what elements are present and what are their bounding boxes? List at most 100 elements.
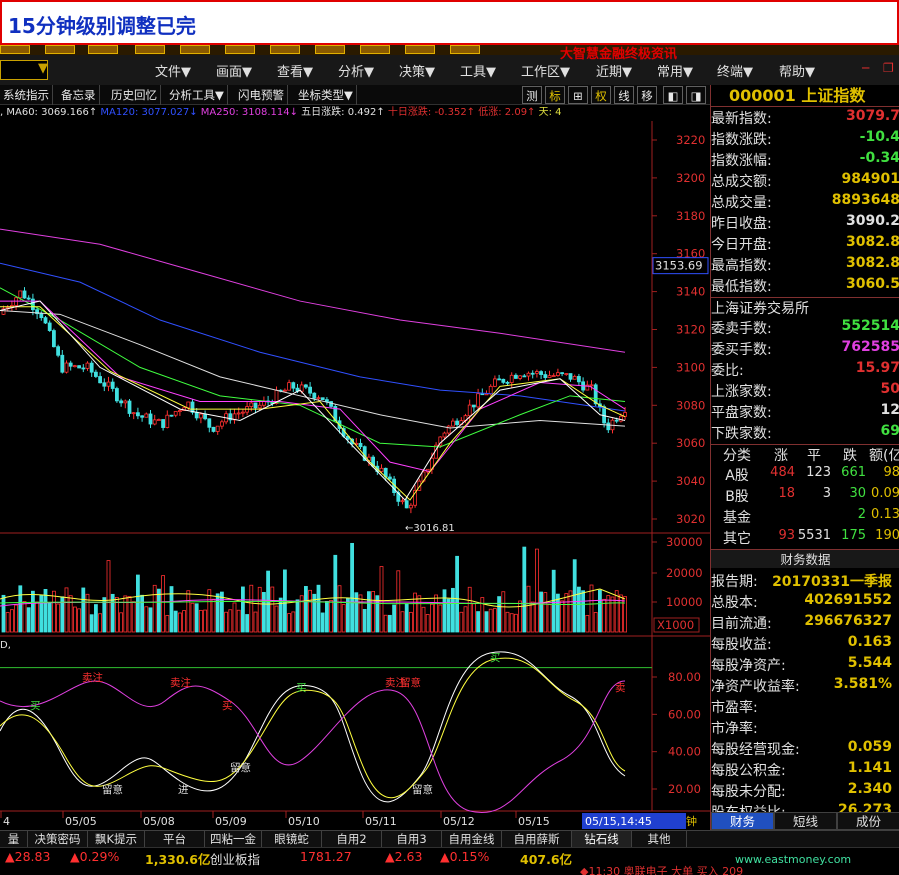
volume-bar xyxy=(26,607,31,633)
news-ticker[interactable]: ◆11:30 奥联电子 大单 买入 209 xyxy=(580,863,743,875)
menu-item[interactable]: 常用▼ xyxy=(657,61,693,80)
indicator-tab[interactable]: 量 xyxy=(0,831,28,848)
date-tick-label: 05/10 xyxy=(288,815,320,828)
menu-item[interactable]: 决策▼ xyxy=(399,61,435,80)
grid-cell: B股 xyxy=(725,489,749,505)
strip-button[interactable] xyxy=(45,45,75,54)
volume-bar xyxy=(589,584,594,633)
volume-bar xyxy=(329,600,334,633)
volume-bar xyxy=(387,614,392,633)
indicator-tab[interactable]: 自用薛斯 xyxy=(502,831,572,848)
volume-bar xyxy=(509,613,514,633)
candle-body xyxy=(518,375,522,379)
finance-label: 市盈率: xyxy=(711,700,758,716)
toolbar-item[interactable]: 坐标类型▼ xyxy=(295,85,357,105)
ma-value: 五日涨跌: 0.492↑ xyxy=(297,107,385,118)
toolbar-item[interactable]: 历史回忆 xyxy=(108,85,161,105)
strip-button[interactable] xyxy=(88,45,118,54)
candle-body xyxy=(211,426,216,432)
code-dropdown-icon[interactable]: ▼ xyxy=(38,61,48,76)
finance-row: 净资产收益率: 3.581% xyxy=(711,676,899,697)
toolbar-item[interactable]: 备忘录 xyxy=(58,85,100,105)
strip-button[interactable] xyxy=(360,45,390,54)
indicator-tab[interactable]: 自用金线 xyxy=(442,831,502,848)
finance-value: 402691552 xyxy=(804,592,892,608)
menu-item[interactable]: 查看▼ xyxy=(277,61,313,80)
grid-header-cell: 额(亿 xyxy=(869,448,899,464)
candle-body xyxy=(312,392,317,399)
strip-button[interactable] xyxy=(315,45,345,54)
candle-body xyxy=(198,413,203,419)
restore-icon[interactable]: ❐ xyxy=(883,61,894,75)
quote-row: 最低指数: 3060.5 xyxy=(711,276,899,297)
indicator-tab[interactable]: 自用2 xyxy=(322,831,382,848)
strip-button[interactable] xyxy=(180,45,210,54)
menu-item[interactable]: 文件▼ xyxy=(155,61,191,80)
strip-button[interactable] xyxy=(225,45,255,54)
volume-bar xyxy=(324,600,329,633)
volume-bar xyxy=(434,594,439,633)
finance-value: 2.340 xyxy=(847,781,892,797)
finance-tab[interactable]: 短线 xyxy=(774,812,837,830)
quote-value: 984901 xyxy=(841,171,899,187)
finance-tab[interactable]: 财务 xyxy=(711,812,774,830)
candle-body xyxy=(14,297,19,306)
kline-chart[interactable]: 3220320031803160314031203100308030603040… xyxy=(0,121,710,831)
candle-body xyxy=(131,412,136,415)
signal-label: 买 xyxy=(222,700,233,712)
finance-header: 财务数据 xyxy=(711,549,899,568)
candle-body xyxy=(52,330,56,348)
quote-label: 平盘家数: xyxy=(711,405,772,421)
menu-item[interactable]: 分析▼ xyxy=(338,61,374,80)
indicator-tab[interactable]: 决策密码 xyxy=(28,831,88,848)
volume-bar xyxy=(194,603,199,633)
strip-button[interactable] xyxy=(270,45,300,54)
strip-button[interactable] xyxy=(135,45,165,54)
toolbar-toggle-button[interactable]: 线 xyxy=(614,86,634,104)
candle-body xyxy=(543,374,548,378)
strip-button[interactable] xyxy=(0,45,30,54)
volume-bar xyxy=(400,611,405,633)
menu-item[interactable]: 工作区▼ xyxy=(521,61,570,80)
volume-bar xyxy=(350,542,355,633)
menu-item[interactable]: 工具▼ xyxy=(460,61,496,80)
strip-button[interactable] xyxy=(450,45,480,54)
strip-button[interactable] xyxy=(405,45,435,54)
quote-row: 上涨家数: 50 xyxy=(711,381,899,402)
menu-item[interactable]: 终端▼ xyxy=(717,61,753,80)
status-value: 1,330.6亿 xyxy=(145,852,211,867)
toolbar-toggle-button[interactable]: 测 xyxy=(522,86,542,104)
indicator-tab[interactable]: 其他 xyxy=(632,831,687,848)
indicator-tab[interactable]: 飘K提示 xyxy=(88,831,145,848)
indicator-tab[interactable]: 自用3 xyxy=(382,831,442,848)
quote-value: 762585 xyxy=(841,339,899,355)
menu-item[interactable]: 近期▼ xyxy=(596,61,632,80)
indicator-tab[interactable]: 四粘一金 xyxy=(205,831,262,848)
menu-item[interactable]: 帮助▼ xyxy=(779,61,815,80)
toolbar-item[interactable]: 分析工具▼ xyxy=(166,85,228,105)
toolbar-toggle-button[interactable]: 权 xyxy=(591,86,611,104)
toolbar-toggle-button[interactable]: 标 xyxy=(545,86,565,104)
toolbar-toggle-button[interactable]: ⊞ xyxy=(568,86,588,104)
toolbar-item[interactable]: 系统指示 xyxy=(0,85,53,105)
exchange-label: 上海证券交易所 xyxy=(711,297,899,318)
next-icon[interactable]: ◨ xyxy=(686,86,706,104)
cursor-time-label: 05/15,14:45 xyxy=(585,815,652,828)
grid-row: 基金 2 0.13 xyxy=(711,507,899,528)
toolbar-item[interactable]: 闪电预警 xyxy=(235,85,288,105)
volume-bar xyxy=(1,594,6,633)
volume-bar xyxy=(148,607,153,633)
period-label[interactable]: 钟 xyxy=(686,814,697,828)
ma-value: 十日涨跌: -0.352↑ xyxy=(384,107,476,118)
finance-tab[interactable]: 成份 xyxy=(837,812,899,830)
minimize-icon[interactable]: ─ xyxy=(862,61,869,75)
indicator-tab[interactable]: 眼镜蛇 xyxy=(262,831,322,848)
quote-label: 总成交量: xyxy=(711,195,772,211)
menu-item[interactable]: 画面▼ xyxy=(216,61,252,80)
indicator-tab[interactable]: 钻石线 xyxy=(572,831,632,848)
volume-bar xyxy=(30,590,35,633)
prev-icon[interactable]: ◧ xyxy=(663,86,683,104)
volume-bar xyxy=(228,609,233,633)
toolbar-toggle-button[interactable]: 移 xyxy=(637,86,657,104)
indicator-tab[interactable]: 平台 xyxy=(145,831,205,848)
